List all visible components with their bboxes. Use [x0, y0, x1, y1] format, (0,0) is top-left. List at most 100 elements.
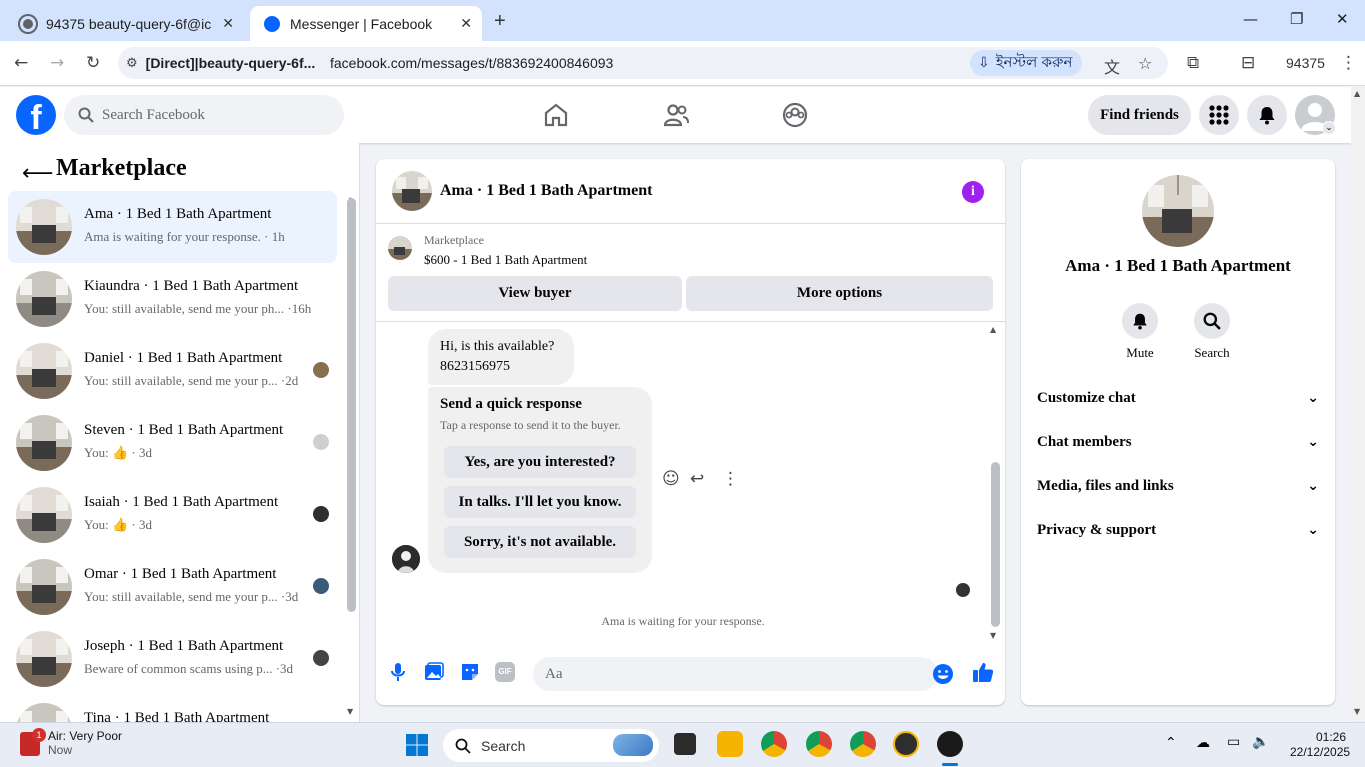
extensions-icon[interactable]: ⧉: [1187, 53, 1199, 73]
conversation-item[interactable]: Tina · 1 Bed 1 Bath Apartment: [8, 695, 337, 722]
home-icon[interactable]: [542, 101, 570, 129]
restore-icon[interactable]: ❐: [1290, 10, 1303, 28]
chevron-down-icon[interactable]: ⌄: [1322, 121, 1336, 135]
scroll-up-arrow-icon[interactable]: ▲: [1354, 89, 1360, 98]
photo-icon[interactable]: [423, 661, 445, 683]
menu-button[interactable]: [1199, 95, 1239, 135]
info-icon[interactable]: i: [962, 181, 984, 203]
conversation-name: Steven · 1 Bed 1 Bath Apartment: [84, 422, 284, 438]
back-icon[interactable]: ←: [14, 53, 28, 73]
chat-title[interactable]: Ama · 1 Bed 1 Bath Apartment: [440, 182, 652, 200]
listing-thumbnail: [16, 415, 72, 471]
volume-icon[interactable]: 🔈: [1252, 734, 1269, 750]
site-info-chip[interactable]: ⚙ [Direct]|beauty-query-6f...: [126, 51, 315, 75]
menu-kebab-icon[interactable]: ⋮: [1340, 53, 1357, 73]
customize-chat-section[interactable]: Customize chat ⌄: [1037, 380, 1319, 416]
conversation-item[interactable]: Daniel · 1 Bed 1 Bath Apartment You: stil…: [8, 335, 337, 407]
file-explorer-icon[interactable]: [717, 731, 743, 757]
tab-beauty-query[interactable]: 94375 beauty-query-6f@ic ✕: [6, 6, 244, 41]
cloud-off-icon[interactable]: ☁: [1196, 735, 1210, 751]
minimize-icon[interactable]: —: [1243, 10, 1258, 28]
conversation-item[interactable]: Kiaundra · 1 Bed 1 Bath Apartment You: st…: [8, 263, 337, 335]
facebook-search[interactable]: [64, 95, 344, 135]
quick-response-in-talks[interactable]: In talks. I'll let you know.: [444, 486, 636, 518]
taskbar-search-input[interactable]: [481, 737, 601, 754]
conversation-item[interactable]: Ama · 1 Bed 1 Bath Apartment Ama is waiti…: [8, 191, 337, 263]
chrome-profile-icon[interactable]: [806, 731, 832, 757]
sticker-icon[interactable]: [459, 661, 481, 683]
conversation-item[interactable]: Omar · 1 Bed 1 Bath Apartment You: still …: [8, 551, 337, 623]
profile-label[interactable]: 94375: [1286, 55, 1325, 71]
scroll-up-arrow-icon[interactable]: ▲: [990, 325, 996, 334]
forward-icon[interactable]: →: [50, 53, 64, 73]
install-icon: ⇩: [978, 55, 990, 71]
search-highlight-image: [613, 734, 653, 756]
thread-scrollbar[interactable]: [991, 462, 1000, 627]
close-window-icon[interactable]: ✕: [1336, 10, 1349, 28]
incoming-message[interactable]: Hi, is this available? 8623156975: [428, 329, 574, 385]
install-label: ইনস্টল করুন: [995, 53, 1073, 71]
notifications-button[interactable]: [1247, 95, 1287, 135]
quick-response-not-available[interactable]: Sorry, it's not available.: [444, 526, 636, 558]
react-emoji-icon[interactable]: ☺: [662, 469, 680, 489]
scroll-down-arrow-icon[interactable]: ▼: [347, 707, 353, 716]
new-tab-button[interactable]: +: [494, 10, 506, 33]
close-tab-icon[interactable]: ✕: [460, 15, 472, 32]
translate-icon[interactable]: 文: [1104, 54, 1120, 78]
facebook-logo[interactable]: f: [16, 95, 56, 135]
facebook-favicon-icon: [264, 15, 280, 32]
conversation-item[interactable]: Steven · 1 Bed 1 Bath Apartment You: 👍 · …: [8, 407, 337, 479]
listing-title[interactable]: $600 - 1 Bed 1 Bath Apartment: [424, 252, 587, 268]
more-options-button[interactable]: More options: [686, 276, 993, 311]
chat-members-section[interactable]: Chat members ⌄: [1037, 424, 1319, 460]
details-avatar[interactable]: [1142, 175, 1214, 247]
install-app-button[interactable]: ⇩ ইনস্টল করুন: [970, 50, 1083, 76]
chevron-down-icon: ⌄: [1307, 478, 1319, 494]
facebook-search-input[interactable]: [102, 106, 322, 124]
chrome-icon[interactable]: [761, 731, 787, 757]
more-actions-icon[interactable]: ⋮: [722, 469, 739, 489]
section-label: Chat members: [1037, 433, 1132, 450]
reload-icon[interactable]: ↻: [86, 53, 100, 73]
microphone-icon[interactable]: [387, 661, 409, 683]
url-text[interactable]: facebook.com/messages/t/883692400846093: [330, 55, 613, 71]
conversation-item[interactable]: Isaiah · 1 Bed 1 Bath Apartment You: 👍 · …: [8, 479, 337, 551]
ixbrowser-icon[interactable]: [893, 731, 919, 757]
back-arrow-icon[interactable]: ⟵: [22, 161, 54, 186]
sidebar-scrollbar[interactable]: [347, 198, 356, 612]
page-scrollbar[interactable]: ▲ ▼: [1351, 87, 1365, 722]
view-buyer-button[interactable]: View buyer: [388, 276, 682, 311]
windows-start-icon[interactable]: [405, 733, 429, 757]
search-action[interactable]: Search: [1182, 303, 1242, 361]
message-input[interactable]: [533, 657, 938, 691]
emoji-icon[interactable]: [932, 663, 954, 685]
quick-response-yes[interactable]: Yes, are you interested?: [444, 446, 636, 478]
reply-icon[interactable]: ↩: [690, 469, 704, 489]
groups-icon[interactable]: [781, 101, 809, 129]
listing-thumbnail[interactable]: [388, 236, 412, 260]
friends-icon[interactable]: [662, 101, 690, 129]
media-files-section[interactable]: Media, files and links ⌄: [1037, 468, 1319, 504]
mute-action[interactable]: Mute: [1110, 303, 1170, 361]
gif-button[interactable]: GIF: [495, 662, 515, 682]
omnibox[interactable]: ⚙ [Direct]|beauty-query-6f... facebook.c…: [118, 47, 1168, 79]
taskbar-search[interactable]: [443, 729, 659, 762]
bookmark-star-icon[interactable]: ☆: [1138, 54, 1152, 73]
network-icon[interactable]: ▭: [1227, 734, 1240, 750]
conversation-item[interactable]: Joseph · 1 Bed 1 Bath Apartment Beware of…: [8, 623, 337, 695]
active-app-icon[interactable]: [937, 731, 963, 757]
task-view-icon[interactable]: [672, 731, 698, 757]
close-tab-icon[interactable]: ✕: [222, 15, 234, 32]
chrome-profile-icon[interactable]: [850, 731, 876, 757]
tray-chevron-up-icon[interactable]: ⌃: [1165, 735, 1177, 751]
find-friends-button[interactable]: Find friends: [1088, 95, 1191, 135]
like-thumb-icon[interactable]: [972, 661, 994, 683]
privacy-support-section[interactable]: Privacy & support ⌄: [1037, 512, 1319, 548]
sender-avatar[interactable]: [392, 545, 420, 573]
listing-avatar[interactable]: [392, 171, 432, 211]
tab-search-icon[interactable]: ⊟: [1241, 53, 1255, 73]
tab-messenger[interactable]: Messenger | Facebook ✕: [250, 6, 482, 41]
scroll-down-arrow-icon[interactable]: ▼: [990, 631, 996, 640]
scroll-down-arrow-icon[interactable]: ▼: [1354, 707, 1360, 716]
system-clock[interactable]: 01:26 22/12/2025: [1290, 730, 1350, 760]
